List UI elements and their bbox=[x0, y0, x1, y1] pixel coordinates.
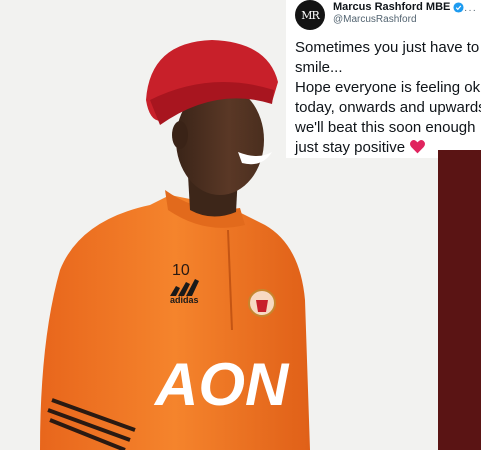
tweet-line: Hope everyone is feeling ok bbox=[295, 79, 481, 96]
tweet-line: just stay positive bbox=[295, 139, 406, 156]
avatar[interactable]: MR bbox=[295, 0, 325, 30]
tweet-line: we'll beat this soon enough bbox=[295, 119, 476, 136]
side-panel bbox=[438, 150, 481, 450]
more-options-icon[interactable]: ··· bbox=[464, 5, 477, 16]
tweet-card: MR Marcus Rashford MBE @MarcusRashford ·… bbox=[286, 0, 481, 158]
verified-badge-icon bbox=[453, 1, 464, 13]
tweet-line: Sometimes you just have to bbox=[295, 39, 480, 56]
tweet-text: Sometimes you just have to smile... Hope… bbox=[295, 38, 481, 158]
sponsor-logo: AON bbox=[153, 351, 290, 418]
handle[interactable]: @MarcusRashford bbox=[333, 14, 417, 25]
display-name[interactable]: Marcus Rashford MBE bbox=[333, 1, 450, 13]
red-heart-icon bbox=[410, 139, 426, 154]
shirt-number: 10 bbox=[172, 262, 190, 279]
tweet-line: today, onwards and upwards, bbox=[295, 99, 481, 116]
author-name-row[interactable]: Marcus Rashford MBE bbox=[333, 1, 464, 13]
adidas-wordmark: adidas bbox=[170, 295, 199, 305]
ear bbox=[172, 121, 188, 149]
avatar-monogram: MR bbox=[301, 8, 320, 22]
tweet-line: smile... bbox=[295, 59, 343, 76]
